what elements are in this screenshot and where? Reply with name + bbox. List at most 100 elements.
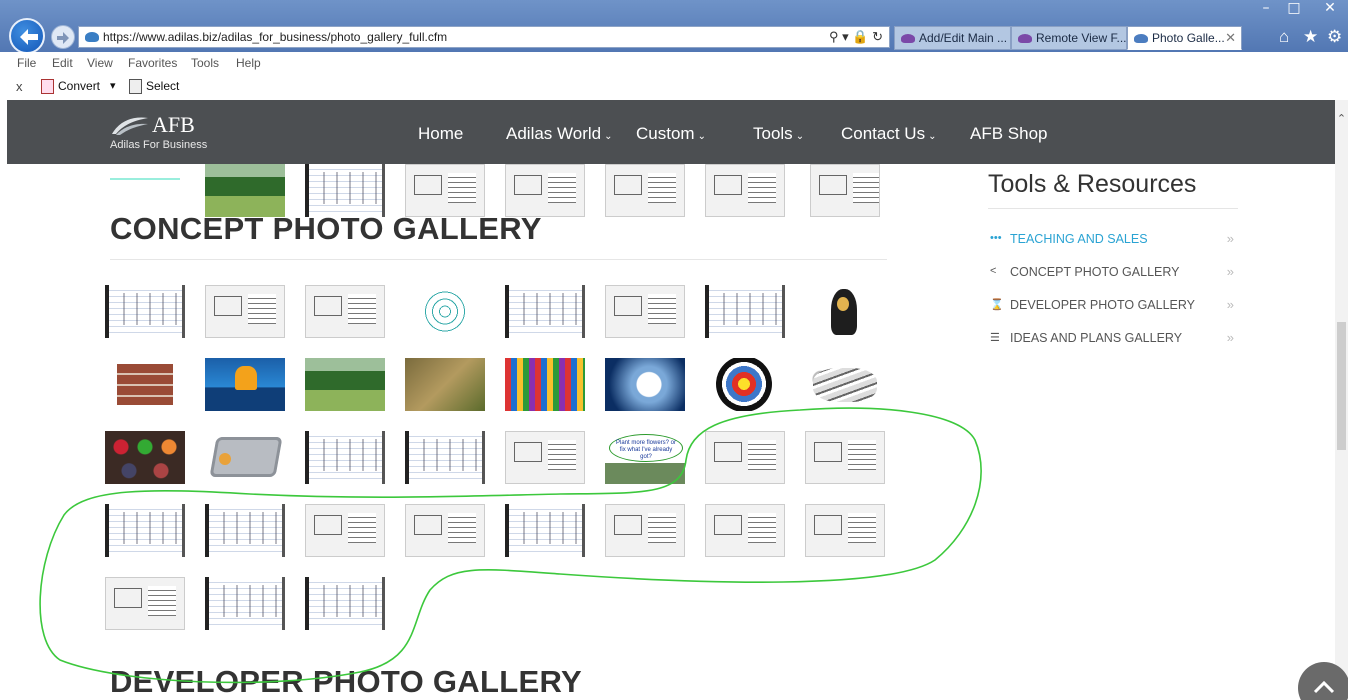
page-viewport: AFB Adilas For Business Home Adilas Worl… [7, 100, 1348, 700]
settings-gear-icon[interactable]: ⚙ [1327, 27, 1342, 47]
close-toolbar-icon[interactable]: x [16, 79, 23, 94]
gallery-thumbnail[interactable] [805, 285, 885, 338]
gallery-thumbnail[interactable] [705, 164, 785, 217]
home-icon[interactable]: ⌂ [1279, 27, 1289, 47]
sidebar-item-teaching-and-sales[interactable]: ••• TEACHING AND SALES » [988, 230, 1238, 252]
gallery-thumbnail[interactable] [205, 577, 285, 630]
gallery-thumbnail[interactable] [505, 164, 585, 217]
convert-button[interactable]: Convert [58, 79, 100, 93]
gallery-thumbnail[interactable] [505, 358, 585, 411]
nav-label: Home [418, 124, 464, 143]
gallery-thumbnail[interactable] [105, 504, 185, 557]
nav-home[interactable]: Home [418, 124, 463, 144]
section-divider [110, 259, 887, 260]
chevron-down-icon: ⌄ [697, 131, 706, 142]
sidebar-item-label: TEACHING AND SALES [1010, 232, 1148, 246]
gallery-thumbnail[interactable] [705, 431, 785, 484]
gallery-thumbnail[interactable] [205, 164, 285, 217]
tab-label: Remote View F... [1036, 31, 1127, 45]
scrollbar-thumb[interactable] [1337, 322, 1346, 450]
double-chevron-right-icon: » [1226, 297, 1234, 312]
tab-label: Photo Galle... [1152, 31, 1225, 45]
logo-brand: AFB [152, 112, 195, 137]
gallery-thumbnail[interactable] [705, 285, 785, 338]
gallery-thumbnail[interactable] [805, 358, 885, 411]
gallery-thumbnail[interactable] [205, 285, 285, 338]
page-scrollbar[interactable]: ⌃ [1335, 100, 1348, 700]
gallery-thumbnail[interactable] [605, 285, 685, 338]
back-arrow-icon [20, 29, 38, 45]
gallery-thumbnail[interactable] [505, 504, 585, 557]
nav-label: Contact Us [841, 124, 926, 143]
gallery-thumbnail[interactable] [505, 431, 585, 484]
gallery-thumbnail[interactable] [705, 358, 785, 411]
gallery-thumbnail[interactable] [405, 431, 485, 484]
menu-help[interactable]: Help [236, 56, 261, 70]
sidebar-item-concept-photo-gallery[interactable]: < CONCEPT PHOTO GALLERY » [988, 263, 1238, 285]
convert-dropdown-icon[interactable]: ▾ [110, 79, 116, 92]
gallery-thumbnail[interactable] [205, 431, 285, 484]
forward-arrow-icon [57, 32, 69, 44]
gallery-thumbnail[interactable] [305, 504, 385, 557]
gallery-thumbnail[interactable] [105, 431, 185, 484]
tab-favicon-icon [1018, 34, 1032, 43]
sidebar-item-developer-photo-gallery[interactable]: ⌛ DEVELOPER PHOTO GALLERY » [988, 296, 1238, 318]
gallery-thumbnail[interactable]: Plant more flowers? or fix what I've alr… [605, 431, 685, 484]
gallery-thumbnail[interactable] [405, 164, 485, 217]
gallery-thumbnail[interactable] [105, 285, 185, 338]
gallery-thumbnail[interactable] [405, 285, 485, 338]
address-url[interactable]: https://www.adilas.biz/adilas_for_busine… [103, 30, 447, 44]
sidebar-item-ideas-and-plans-gallery[interactable]: ☰ IDEAS AND PLANS GALLERY » [988, 329, 1238, 351]
sidebar-title: Tools & Resources [988, 170, 1197, 198]
forward-button[interactable] [51, 25, 75, 49]
nav-afb-shop[interactable]: AFB Shop [970, 124, 1048, 144]
tab-remote-view[interactable]: Remote View F... [1011, 26, 1127, 50]
close-window-button[interactable]: ✕ [1316, 0, 1344, 18]
gallery-thumbnail[interactable] [605, 358, 685, 411]
nav-adilas-world[interactable]: Adilas World ⌄ [506, 124, 613, 144]
maximize-button[interactable]: □ [1280, 0, 1308, 18]
select-icon [129, 79, 142, 94]
gallery-thumbnail[interactable] [505, 285, 585, 338]
gallery-thumbnail[interactable] [105, 358, 185, 411]
tab-close-icon[interactable]: ✕ [1225, 30, 1236, 46]
gallery-thumbnail[interactable] [110, 164, 180, 180]
nav-contact-us[interactable]: Contact Us ⌄ [841, 124, 936, 144]
menu-view[interactable]: View [87, 56, 113, 70]
back-to-top-button[interactable] [1298, 662, 1348, 700]
select-button[interactable]: Select [146, 79, 179, 93]
gallery-thumbnail[interactable] [205, 504, 285, 557]
gallery-thumbnail[interactable] [305, 285, 385, 338]
gallery-thumbnail[interactable] [305, 577, 385, 630]
gallery-thumbnail[interactable] [305, 164, 385, 217]
gallery-thumbnail[interactable] [105, 577, 185, 630]
menu-file[interactable]: File [17, 56, 36, 70]
gallery-thumbnail[interactable] [205, 358, 285, 411]
address-bar[interactable]: https://www.adilas.biz/adilas_for_busine… [78, 26, 890, 48]
gallery-thumbnail[interactable] [305, 431, 385, 484]
gallery-thumbnail[interactable] [810, 164, 880, 217]
gallery-thumbnail[interactable] [805, 504, 885, 557]
address-tools[interactable]: ⚲ ▾ 🔒 ↻ [829, 29, 883, 45]
double-chevron-right-icon: » [1226, 264, 1234, 279]
nav-tools[interactable]: Tools ⌄ [753, 124, 804, 144]
gallery-thumbnail[interactable] [405, 504, 485, 557]
tab-photo-gallery[interactable]: Photo Galle... ✕ [1127, 26, 1242, 50]
tab-add-edit-main[interactable]: Add/Edit Main ... [894, 26, 1011, 50]
sidebar-divider [988, 208, 1238, 209]
scroll-up-icon[interactable]: ⌃ [1335, 112, 1348, 125]
menu-edit[interactable]: Edit [52, 56, 73, 70]
favorites-star-icon[interactable]: ★ [1303, 27, 1318, 47]
gallery-thumbnail[interactable] [705, 504, 785, 557]
gallery-thumbnail[interactable] [605, 504, 685, 557]
menu-tools[interactable]: Tools [191, 56, 219, 70]
back-button[interactable] [9, 18, 45, 54]
gallery-thumbnail[interactable] [805, 431, 885, 484]
gallery-thumbnail[interactable] [405, 358, 485, 411]
chevron-up-icon [1313, 680, 1335, 694]
menu-favorites[interactable]: Favorites [128, 56, 177, 70]
gallery-thumbnail[interactable] [305, 358, 385, 411]
gallery-thumbnail[interactable] [605, 164, 685, 217]
minimize-button[interactable]: – [1252, 0, 1280, 18]
nav-custom[interactable]: Custom ⌄ [636, 124, 706, 144]
